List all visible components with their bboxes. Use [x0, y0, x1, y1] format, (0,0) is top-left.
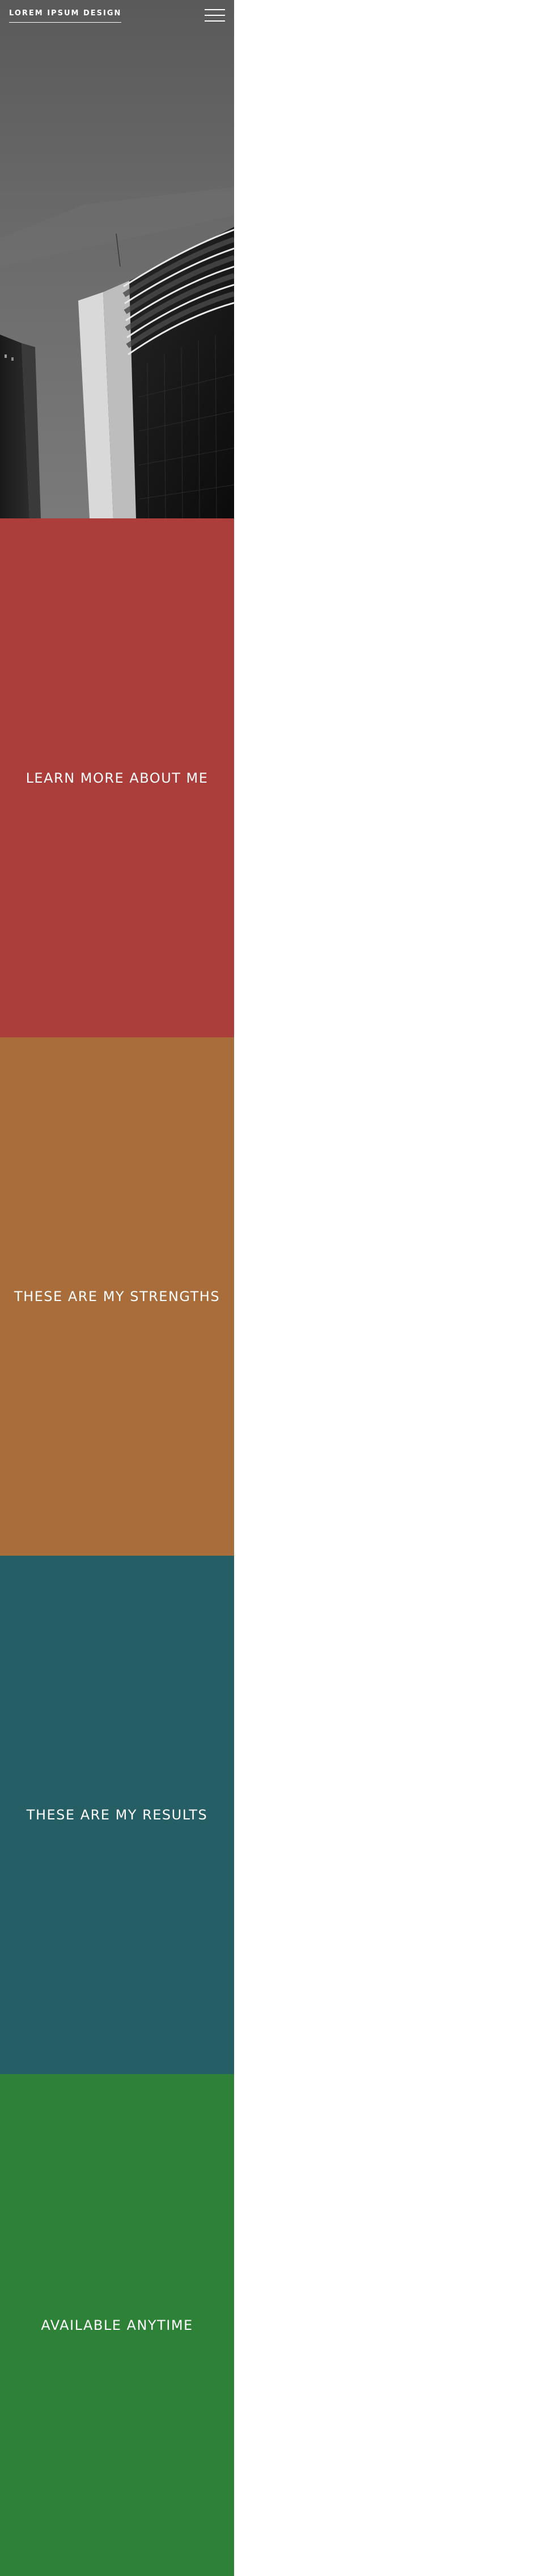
- hamburger-menu-icon[interactable]: [205, 8, 225, 23]
- menu-bar-middle: [205, 15, 225, 16]
- site-header: LOREM IPSUM DESIGN: [0, 0, 234, 34]
- section-strengths: THESE ARE MY STRENGTHS: [0, 1037, 234, 1556]
- section-about: LEARN MORE ABOUT ME: [0, 518, 234, 1037]
- page: LOREM IPSUM DESIGN LEARN MORE ABOUT ME T…: [0, 0, 543, 2576]
- section-results: THESE ARE MY RESULTS: [0, 1556, 234, 2074]
- logo-link[interactable]: LOREM IPSUM DESIGN: [9, 9, 122, 23]
- hero-building-image: [0, 0, 234, 518]
- section-available-title[interactable]: AVAILABLE ANYTIME: [41, 2317, 193, 2333]
- section-strengths-title[interactable]: THESE ARE MY STRENGTHS: [14, 1289, 220, 1304]
- hero-section: LOREM IPSUM DESIGN: [0, 0, 234, 518]
- section-results-title[interactable]: THESE ARE MY RESULTS: [27, 1807, 207, 1823]
- section-available: AVAILABLE ANYTIME: [0, 2074, 234, 2576]
- menu-bar-top: [205, 9, 225, 10]
- menu-bar-bottom: [205, 20, 225, 22]
- section-about-title[interactable]: LEARN MORE ABOUT ME: [26, 770, 209, 786]
- site-column: LOREM IPSUM DESIGN LEARN MORE ABOUT ME T…: [0, 0, 234, 2576]
